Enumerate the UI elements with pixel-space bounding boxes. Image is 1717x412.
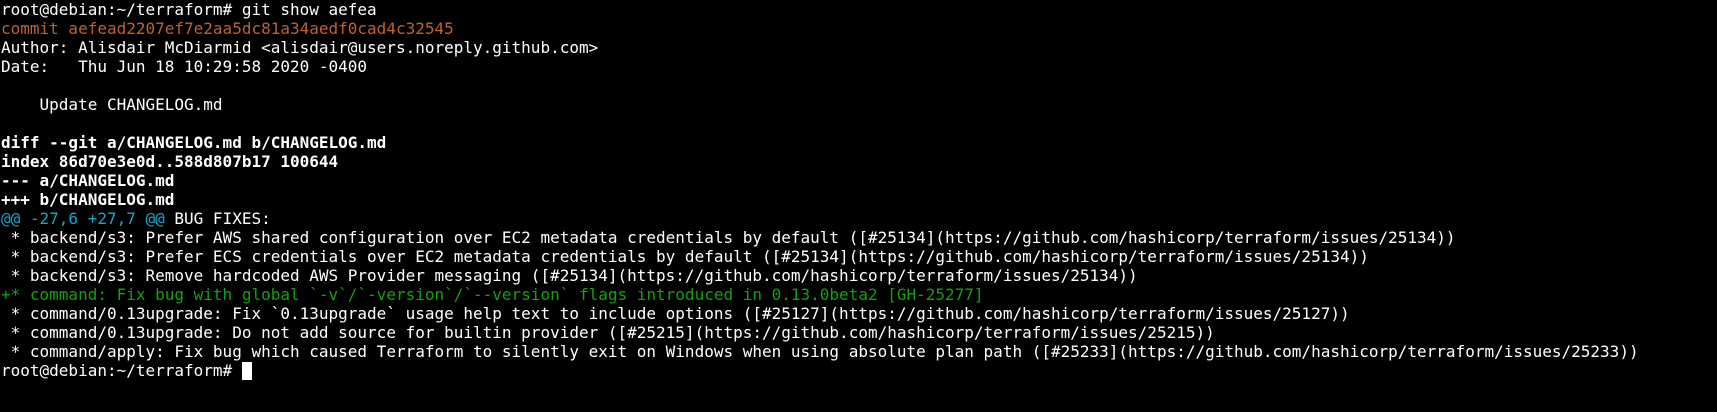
final-prompt-line[interactable]: root@debian:~/terraform# — [1, 361, 1717, 380]
cursor-block — [241, 362, 252, 380]
date-line: Date: Thu Jun 18 10:29:58 2020 -0400 — [1, 57, 368, 76]
terminal-window[interactable]: root@debian:~/terraform# git show aefea … — [0, 0, 1717, 412]
diff-plus-file-line: +++ b/CHANGELOG.md — [1, 190, 175, 209]
diff-context-line: * backend/s3: Prefer ECS credentials ove… — [1, 247, 1369, 266]
commit-hash-line: commit aefead2207ef7e2aa5dc81a34aedf0cad… — [1, 19, 454, 38]
diff-context-line: * backend/s3: Remove hardcoded AWS Provi… — [1, 266, 1138, 285]
diff-minus-file-line: --- a/CHANGELOG.md — [1, 171, 175, 190]
final-prompt: root@debian:~/terraform# — [1, 361, 242, 380]
diff-context-line: * command/0.13upgrade: Do not add source… — [1, 323, 1215, 342]
hunk-context: BUG FIXES: — [164, 209, 271, 228]
diff-context-line: * command/apply: Fix bug which caused Te… — [1, 342, 1639, 361]
hunk-header-line: @@ -27,6 +27,7 @@ BUG FIXES: — [1, 209, 1717, 228]
author-line: Author: Alisdair McDiarmid <alisdair@use… — [1, 38, 599, 57]
hunk-marker: @@ -27,6 +27,7 @@ — [1, 209, 165, 228]
diff-index-line: index 86d70e3e0d..588d807b17 100644 — [1, 152, 339, 171]
diff-added-line: +* command: Fix bug with global `-v`/`-v… — [1, 285, 984, 304]
diff-context-line: * command/0.13upgrade: Fix `0.13upgrade`… — [1, 304, 1350, 323]
commit-message-line: Update CHANGELOG.md — [1, 95, 223, 114]
prompt-command-line: root@debian:~/terraform# git show aefea — [1, 0, 377, 19]
diff-context-line: * backend/s3: Prefer AWS shared configur… — [1, 228, 1456, 247]
diff-header-line: diff --git a/CHANGELOG.md b/CHANGELOG.md — [1, 133, 387, 152]
